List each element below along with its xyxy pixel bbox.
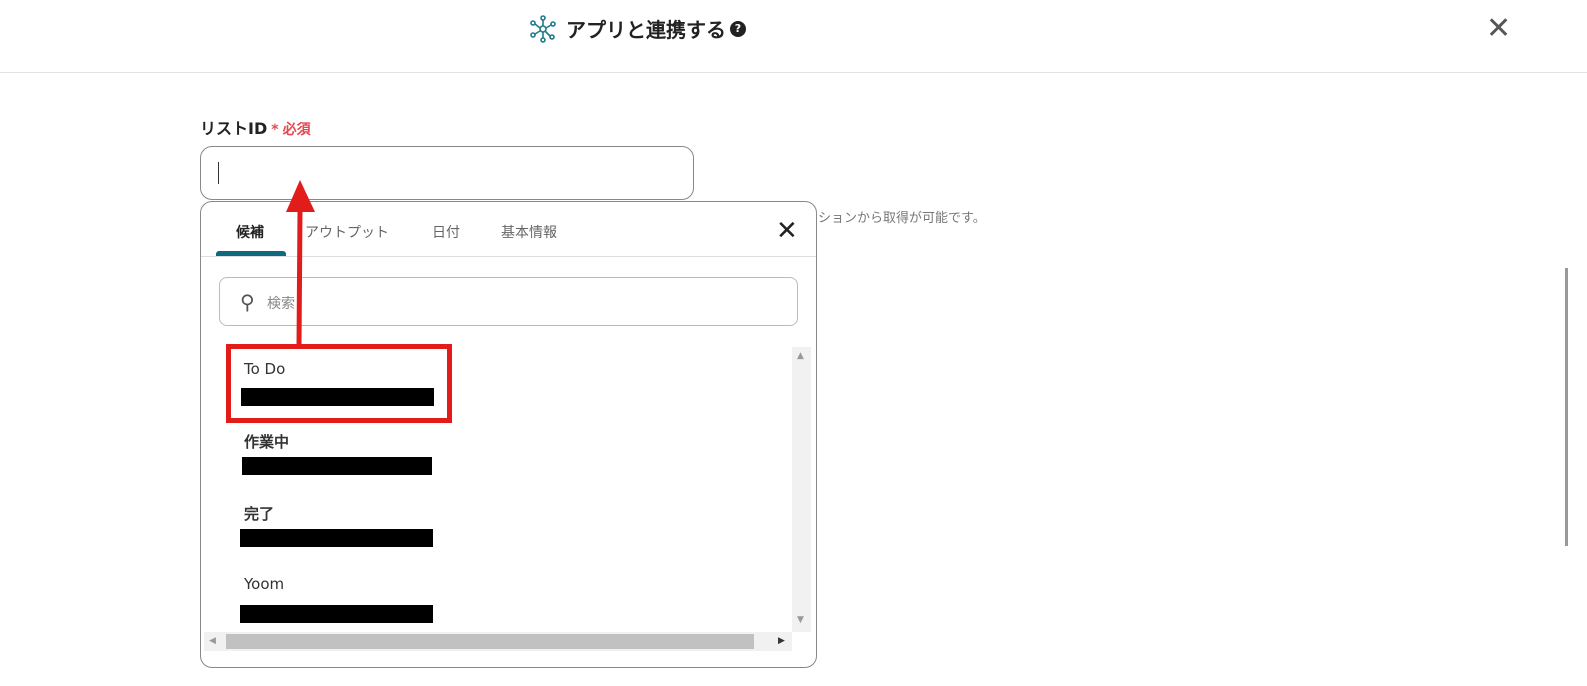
annotation-arrow (286, 180, 315, 347)
page-scrollbar[interactable] (1565, 268, 1568, 546)
